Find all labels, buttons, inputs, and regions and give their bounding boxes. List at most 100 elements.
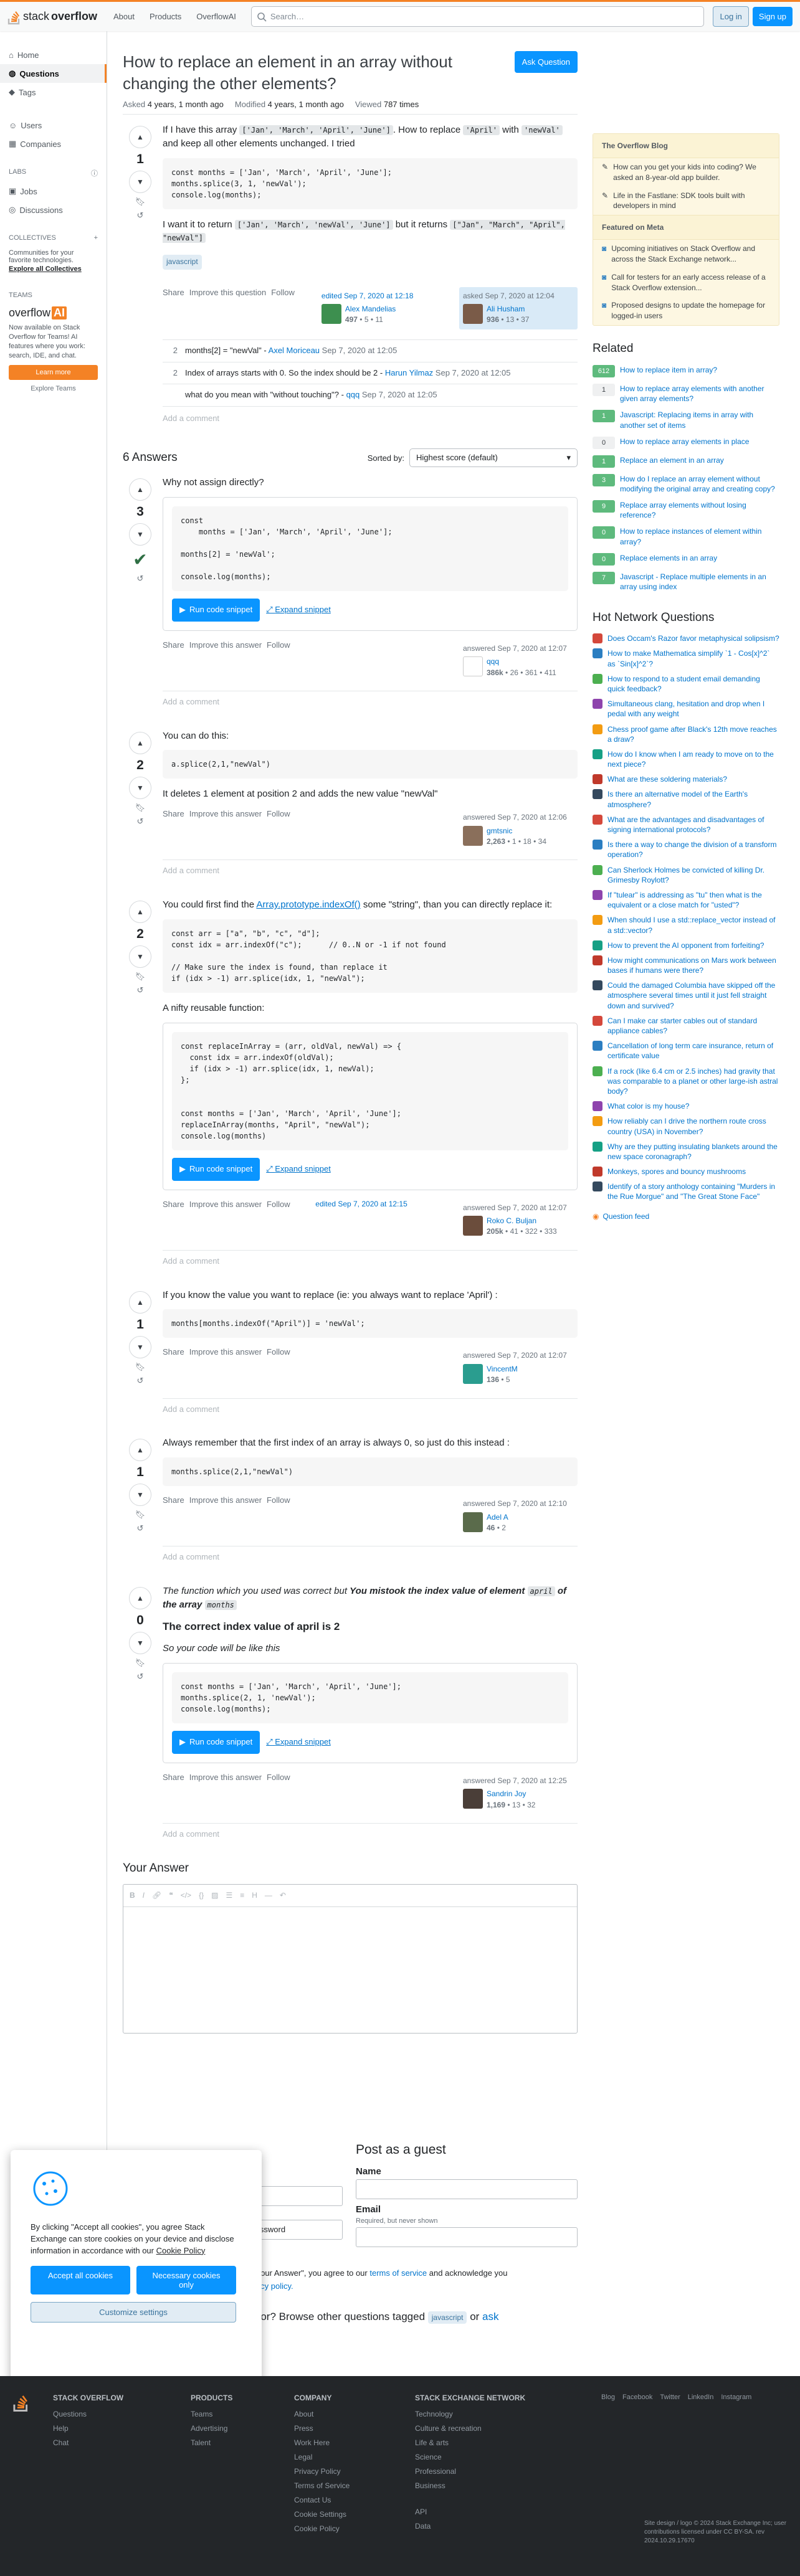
improve-link[interactable]: Improve this answer	[189, 1772, 262, 1784]
user-name[interactable]: Roko C. Buljan	[487, 1216, 557, 1226]
follow-link[interactable]: Follow	[267, 1495, 290, 1507]
footer-social-link[interactable]: Facebook	[622, 2394, 652, 2401]
footer-link[interactable]: Cookie Settings	[294, 2510, 350, 2519]
follow-link[interactable]: Follow	[271, 287, 295, 299]
hot-question-link[interactable]: Chess proof game after Black's 12th move…	[607, 724, 779, 744]
downvote-button[interactable]: ▼	[129, 945, 151, 968]
downvote-button[interactable]: ▼	[129, 1484, 151, 1507]
info-icon[interactable]: ⓘ	[91, 168, 98, 178]
blog-item[interactable]: ✎ How can you get your kids into coding? …	[593, 158, 779, 187]
related-link[interactable]: How to replace instances of element with…	[620, 526, 779, 546]
hot-question-item[interactable]: How reliably can I drive the northern ro…	[593, 1114, 779, 1139]
hot-question-link[interactable]: Can I make car starter cables out of sta…	[607, 1016, 779, 1036]
share-link[interactable]: Share	[163, 1199, 184, 1211]
undo-icon[interactable]: ↶	[280, 1891, 286, 1900]
follow-link[interactable]: Follow	[267, 640, 290, 651]
footer-social-link[interactable]: Instagram	[721, 2394, 751, 2401]
footer-social-link[interactable]: Blog	[601, 2394, 615, 2401]
nav-about[interactable]: About	[107, 8, 141, 25]
necessary-cookies-button[interactable]: Necessary cookies only	[136, 2265, 236, 2294]
edited-label[interactable]: edited Sep 7, 2020 at 12:18	[321, 291, 432, 301]
history-icon[interactable]: ↺	[137, 574, 144, 584]
indexof-link[interactable]: Array.prototype.indexOf()	[256, 899, 360, 910]
cookie-policy-link[interactable]: Cookie Policy	[156, 2246, 206, 2255]
footer-link[interactable]: Technology	[415, 2410, 525, 2418]
heading-icon[interactable]: H	[252, 1891, 257, 1900]
hot-question-item[interactable]: How might communications on Mars work be…	[593, 953, 779, 978]
hot-question-item[interactable]: Can Sherlock Holmes be convicted of kill…	[593, 863, 779, 888]
follow-link[interactable]: Follow	[267, 1772, 290, 1784]
hot-question-item[interactable]: Identify of a story anthology containing…	[593, 1179, 779, 1204]
share-link[interactable]: Share	[163, 808, 184, 820]
question-title[interactable]: How to replace an element in an array wi…	[123, 51, 472, 95]
footer-link[interactable]: About	[294, 2410, 350, 2418]
hot-question-item[interactable]: Is there a way to change the division of…	[593, 837, 779, 862]
related-item[interactable]: 1 Replace an element in an array	[593, 452, 779, 471]
sidebar-item-discussions[interactable]: ◎ Discussions	[0, 201, 107, 219]
bookmark-icon[interactable]: 🔖︎	[135, 1510, 146, 1520]
history-icon[interactable]: ↺	[137, 211, 144, 220]
upvote-button[interactable]: ▲	[129, 478, 151, 501]
hot-question-link[interactable]: Monkeys, spores and bouncy mushrooms	[607, 1167, 746, 1177]
hot-question-link[interactable]: Is there an alternative model of the Ear…	[607, 789, 779, 809]
avatar[interactable]	[463, 1512, 483, 1532]
tag-javascript[interactable]: javascript	[427, 2311, 467, 2324]
history-icon[interactable]: ↺	[137, 1523, 144, 1533]
footer-link[interactable]: Chat	[53, 2438, 123, 2447]
italic-icon[interactable]: I	[143, 1891, 145, 1900]
related-item[interactable]: 0 How to replace array elements in place	[593, 433, 779, 452]
improve-link[interactable]: Improve this question	[189, 287, 267, 299]
answer-editor[interactable]: B I 🔗︎ ❝ </> {} ▨ ☰ ≡ H ― ↶	[123, 1883, 578, 2034]
related-item[interactable]: 3 How do I replace an array element witho…	[593, 471, 779, 497]
add-comment-link[interactable]: Add a comment	[163, 859, 578, 886]
improve-link[interactable]: Improve this answer	[189, 1495, 262, 1507]
share-link[interactable]: Share	[163, 287, 184, 299]
related-item[interactable]: 1 How to replace array elements with anot…	[593, 381, 779, 407]
edited-label[interactable]: edited Sep 7, 2020 at 12:15	[315, 1199, 434, 1210]
avatar[interactable]	[463, 656, 483, 677]
comment-user[interactable]: qqq	[346, 390, 360, 399]
footer-link[interactable]: Teams	[191, 2410, 232, 2418]
follow-link[interactable]: Follow	[267, 1199, 290, 1211]
user-name[interactable]: gmtsnic	[487, 826, 546, 836]
share-link[interactable]: Share	[163, 640, 184, 651]
footer-link[interactable]: Contact Us	[294, 2496, 350, 2504]
history-icon[interactable]: ↺	[137, 817, 144, 826]
hot-question-link[interactable]: If a rock (like 6.4 cm or 2.5 inches) ha…	[607, 1066, 779, 1097]
upvote-button[interactable]: ▲	[129, 1290, 151, 1314]
avatar[interactable]	[321, 303, 341, 324]
hot-question-link[interactable]: When should I use a std::replace_vector …	[607, 915, 779, 935]
bullet-list-icon[interactable]: ≡	[240, 1891, 244, 1900]
hot-question-item[interactable]: How to prevent the AI opponent from forf…	[593, 938, 779, 953]
link-icon[interactable]: 🔗︎	[152, 1891, 161, 1900]
hot-question-item[interactable]: What are the advantages and disadvantage…	[593, 812, 779, 837]
history-icon[interactable]: ↺	[137, 1376, 144, 1386]
user-name[interactable]: Alex Mandelias	[345, 304, 396, 315]
related-item[interactable]: 1 Javascript: Replacing items in array wi…	[593, 407, 779, 433]
add-comment-link[interactable]: Add a comment	[163, 1249, 578, 1276]
meta-item[interactable]: ◙ Call for testers for an early access re…	[593, 268, 779, 297]
hot-question-link[interactable]: Simultaneous clang, hesitation and drop …	[607, 699, 779, 719]
footer-link[interactable]: Cookie Policy	[294, 2524, 350, 2533]
footer-link[interactable]: Data	[415, 2522, 525, 2531]
tag-javascript[interactable]: javascript	[163, 255, 202, 270]
hot-question-link[interactable]: How to make Mathematica simplify `1 - Co…	[607, 648, 779, 668]
hot-question-item[interactable]: Monkeys, spores and bouncy mushrooms	[593, 1164, 779, 1179]
user-name[interactable]: qqq	[487, 656, 556, 667]
related-link[interactable]: Javascript: Replacing items in array wit…	[620, 410, 779, 430]
upvote-button[interactable]: ▲	[129, 901, 151, 924]
meta-item[interactable]: ◙ Upcoming initiatives on Stack Overflow …	[593, 240, 779, 268]
explore-collectives-link[interactable]: Explore all Collectives	[9, 265, 98, 273]
code-icon[interactable]: </>	[181, 1891, 191, 1900]
hot-question-link[interactable]: Could the damaged Columbia have skipped …	[607, 980, 779, 1011]
hot-question-item[interactable]: Why are they putting insulating blankets…	[593, 1139, 779, 1164]
footer-social-link[interactable]: LinkedIn	[688, 2394, 714, 2401]
add-comment-link[interactable]: Add a comment	[163, 690, 578, 717]
hot-question-item[interactable]: Is there an alternative model of the Ear…	[593, 787, 779, 812]
footer-link[interactable]: Legal	[294, 2453, 350, 2461]
stackoverflow-logo[interactable]: stack overflow	[7, 9, 107, 25]
hot-question-item[interactable]: If a rock (like 6.4 cm or 2.5 inches) ha…	[593, 1064, 779, 1099]
downvote-button[interactable]: ▼	[129, 776, 151, 799]
footer-link[interactable]: Work Here	[294, 2438, 350, 2447]
upvote-button[interactable]: ▲	[129, 1439, 151, 1462]
